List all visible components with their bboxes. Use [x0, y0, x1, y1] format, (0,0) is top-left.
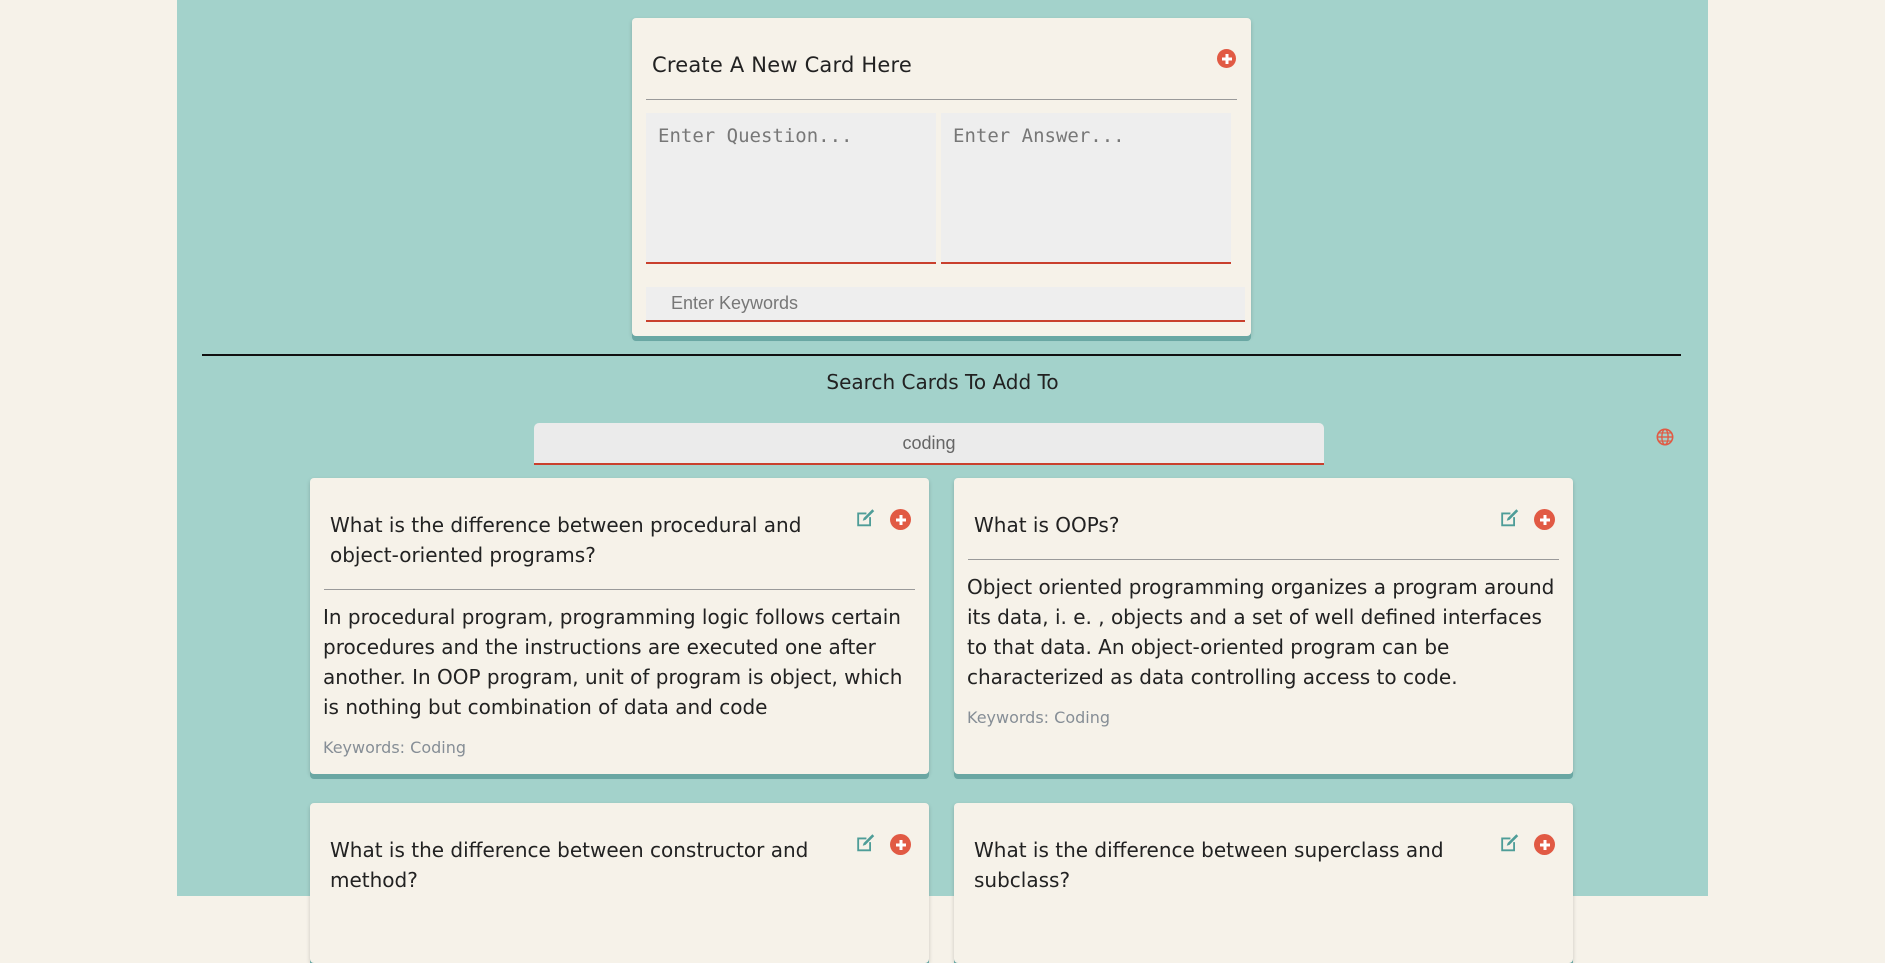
question-input[interactable]	[646, 113, 936, 264]
flash-card: What is OOPs? Object oriented programmin…	[954, 478, 1573, 774]
divider	[646, 99, 1237, 100]
card-answer: In procedural program, programming logic…	[323, 605, 903, 719]
edit-icon[interactable]	[854, 507, 877, 529]
card-keywords: Keywords: Coding	[323, 738, 467, 757]
divider	[968, 559, 1559, 560]
card-question: What is OOPs?	[974, 513, 1120, 537]
answer-input[interactable]	[941, 113, 1231, 264]
add-to-deck-icon[interactable]	[1534, 509, 1555, 530]
section-divider	[202, 354, 1681, 356]
keywords-input[interactable]	[646, 287, 1245, 322]
card-question: What is the difference between construct…	[330, 838, 809, 892]
flash-card: What is the difference between construct…	[310, 803, 929, 963]
card-question: What is the difference between superclas…	[974, 838, 1444, 892]
flash-card: What is the difference between procedura…	[310, 478, 929, 774]
search-title: Search Cards To Add To	[826, 370, 1059, 394]
create-card-title: Create A New Card Here	[652, 53, 912, 77]
card-answer: Object oriented programming organizes a …	[967, 575, 1555, 689]
search-input[interactable]	[534, 423, 1324, 465]
add-to-deck-icon[interactable]	[1534, 834, 1555, 855]
globe-icon[interactable]	[1656, 428, 1674, 446]
flash-card: What is the difference between superclas…	[954, 803, 1573, 963]
edit-icon[interactable]	[1498, 507, 1521, 529]
add-to-deck-icon[interactable]	[890, 834, 911, 855]
card-keywords: Keywords: Coding	[967, 708, 1111, 727]
edit-icon[interactable]	[1498, 832, 1521, 854]
create-card-form: Create A New Card Here	[632, 18, 1251, 336]
divider	[324, 589, 915, 590]
add-to-deck-icon[interactable]	[890, 509, 911, 530]
card-question: What is the difference between procedura…	[330, 513, 802, 567]
edit-icon[interactable]	[854, 832, 877, 854]
add-card-icon[interactable]	[1217, 49, 1236, 68]
